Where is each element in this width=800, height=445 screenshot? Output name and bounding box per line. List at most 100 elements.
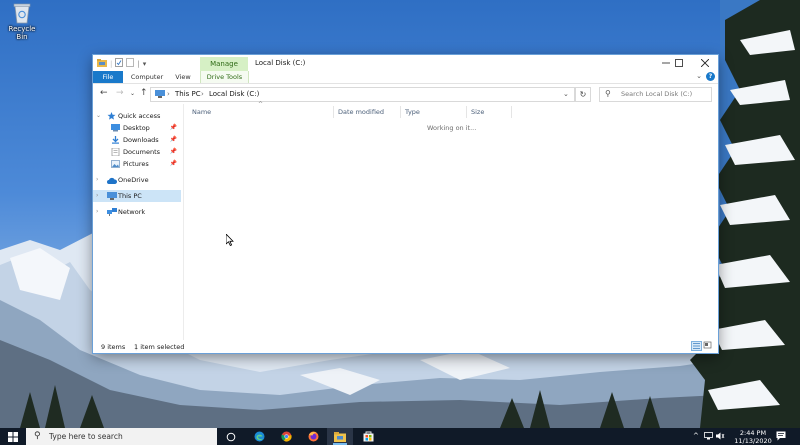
start-button[interactable]: [0, 428, 26, 445]
file-explorer-window: | | ▾ Manage Local Disk (C:) File Comput…: [93, 55, 718, 353]
nav-item-label: Pictures: [123, 160, 149, 168]
nav-item-label: OneDrive: [118, 176, 149, 184]
cloud-icon: [107, 176, 118, 184]
maximize-icon: [675, 59, 683, 67]
nav-item-onedrive[interactable]: › OneDrive: [93, 174, 181, 186]
breadcrumb-this-pc[interactable]: This PC: [175, 90, 201, 98]
search-icon: ⚲: [605, 89, 611, 98]
title-bar[interactable]: | | ▾ Manage Local Disk (C:): [93, 55, 718, 71]
taskbar-store[interactable]: [355, 428, 381, 445]
column-header-size[interactable]: Size: [467, 106, 512, 118]
nav-item-quick-access[interactable]: ⌄ Quick access: [93, 110, 181, 122]
back-button[interactable]: ←: [100, 88, 108, 98]
refresh-button[interactable]: ↻: [575, 87, 591, 102]
taskbar-chrome[interactable]: [273, 428, 299, 445]
properties-icon[interactable]: [115, 58, 124, 69]
item-count: 9 items: [101, 343, 126, 351]
this-pc-icon: [155, 90, 165, 100]
tab-view[interactable]: View: [171, 71, 195, 83]
help-icon[interactable]: ?: [706, 72, 715, 81]
column-header-name[interactable]: Name: [188, 106, 334, 118]
taskbar-search-placeholder: Type here to search: [49, 432, 123, 441]
recent-locations-icon[interactable]: ⌄: [130, 90, 135, 97]
notification-icon: [776, 431, 786, 441]
star-icon: [107, 112, 116, 120]
tab-computer[interactable]: Computer: [129, 71, 165, 83]
taskbar: ⚲ Type here to search ^ 2:44 PM 11/13/20…: [0, 428, 800, 445]
chevron-right-icon: ›: [96, 176, 99, 183]
clock-time: 2:44 PM: [739, 429, 767, 437]
task-view-icon: [226, 432, 236, 441]
taskbar-file-explorer[interactable]: [327, 428, 353, 445]
nav-item-network[interactable]: › Network: [93, 206, 181, 218]
file-explorer-icon: [334, 431, 346, 442]
qat-dropdown-icon[interactable]: ▾: [143, 60, 147, 68]
tab-file[interactable]: File: [93, 71, 123, 83]
chevron-down-icon: ⌄: [96, 112, 102, 119]
address-bar[interactable]: › This PC › Local Disk (C:) ⌄: [150, 87, 575, 102]
close-button[interactable]: [692, 55, 718, 71]
nav-item-this-pc[interactable]: › This PC: [93, 190, 181, 202]
tab-drive-tools[interactable]: Drive Tools: [200, 71, 249, 83]
show-hidden-icons-icon[interactable]: ^: [693, 432, 699, 440]
details-view-button[interactable]: [691, 341, 702, 351]
breadcrumb-local-disk[interactable]: Local Disk (C:): [209, 90, 259, 98]
system-clock[interactable]: 2:44 PM 11/13/2020: [733, 428, 773, 445]
task-view-button[interactable]: [218, 428, 244, 445]
network-tray-icon[interactable]: [704, 432, 713, 442]
nav-item-downloads[interactable]: Downloads 📌: [93, 134, 181, 146]
column-header-date-modified[interactable]: Date modified: [334, 106, 401, 118]
nav-item-label: Desktop: [123, 124, 150, 132]
chevron-right-icon: ›: [96, 208, 99, 215]
details-view-icon: [693, 343, 700, 349]
nav-item-documents[interactable]: Documents 📌: [93, 146, 181, 158]
pin-icon: 📌: [169, 160, 177, 167]
explorer-icon: [97, 58, 107, 69]
large-icons-view-icon: [703, 341, 712, 349]
download-arrow-icon: [111, 136, 120, 144]
volume-icon[interactable]: [716, 432, 725, 442]
expand-ribbon-icon[interactable]: ⌄: [696, 72, 702, 80]
nav-item-label: Downloads: [123, 136, 159, 144]
taskbar-firefox[interactable]: [300, 428, 326, 445]
chrome-icon: [280, 431, 292, 442]
pin-icon: 📌: [169, 136, 177, 143]
store-icon: [363, 431, 373, 442]
pin-icon: 📌: [169, 148, 177, 155]
breadcrumb-separator-icon: ›: [201, 90, 204, 98]
nav-item-label: Network: [118, 208, 146, 216]
nav-item-pictures[interactable]: Pictures 📌: [93, 158, 181, 170]
qat-divider-icon: |: [137, 59, 140, 68]
loading-text: Working on it...: [427, 124, 477, 132]
documents-icon: [111, 147, 120, 157]
taskbar-search-box[interactable]: ⚲ Type here to search: [26, 428, 217, 445]
search-box[interactable]: ⚲ Search Local Disk (C:): [599, 87, 712, 102]
manage-contextual-tab[interactable]: Manage: [200, 57, 248, 71]
address-dropdown-icon[interactable]: ⌄: [563, 90, 569, 98]
edge-icon: [254, 431, 264, 442]
network-icon: [107, 208, 117, 216]
nav-item-label: Quick access: [118, 112, 161, 120]
computer-icon: [107, 192, 117, 200]
search-placeholder: Search Local Disk (C:): [621, 90, 693, 98]
navigation-pane: ⌄ Quick access Desktop 📌 Downloads 📌 Doc: [93, 104, 184, 340]
large-icons-view-button[interactable]: [703, 341, 714, 351]
action-center-button[interactable]: [776, 431, 786, 441]
breadcrumb-separator-icon: ›: [167, 90, 170, 98]
refresh-icon: ↻: [579, 90, 587, 99]
nav-item-label: Documents: [123, 148, 161, 156]
forward-button[interactable]: →: [116, 88, 124, 98]
up-button[interactable]: ↑: [140, 88, 148, 98]
status-bar: 9 items | 1 item selected: [93, 340, 718, 353]
column-header-type[interactable]: Type: [401, 106, 467, 118]
pin-icon: 📌: [169, 124, 177, 131]
selection-count: 1 item selected: [134, 343, 185, 351]
close-icon: [701, 59, 709, 67]
desktop-icon-recycle-bin[interactable]: Recycle Bin: [2, 2, 42, 41]
new-folder-icon[interactable]: [126, 58, 135, 69]
ribbon-tabs: File Computer View Drive Tools ⌄ ?: [93, 71, 718, 84]
taskbar-edge[interactable]: [246, 428, 272, 445]
quick-access-toolbar: | | ▾: [97, 58, 146, 69]
maximize-button[interactable]: [666, 55, 692, 71]
nav-item-desktop[interactable]: Desktop 📌: [93, 122, 181, 134]
